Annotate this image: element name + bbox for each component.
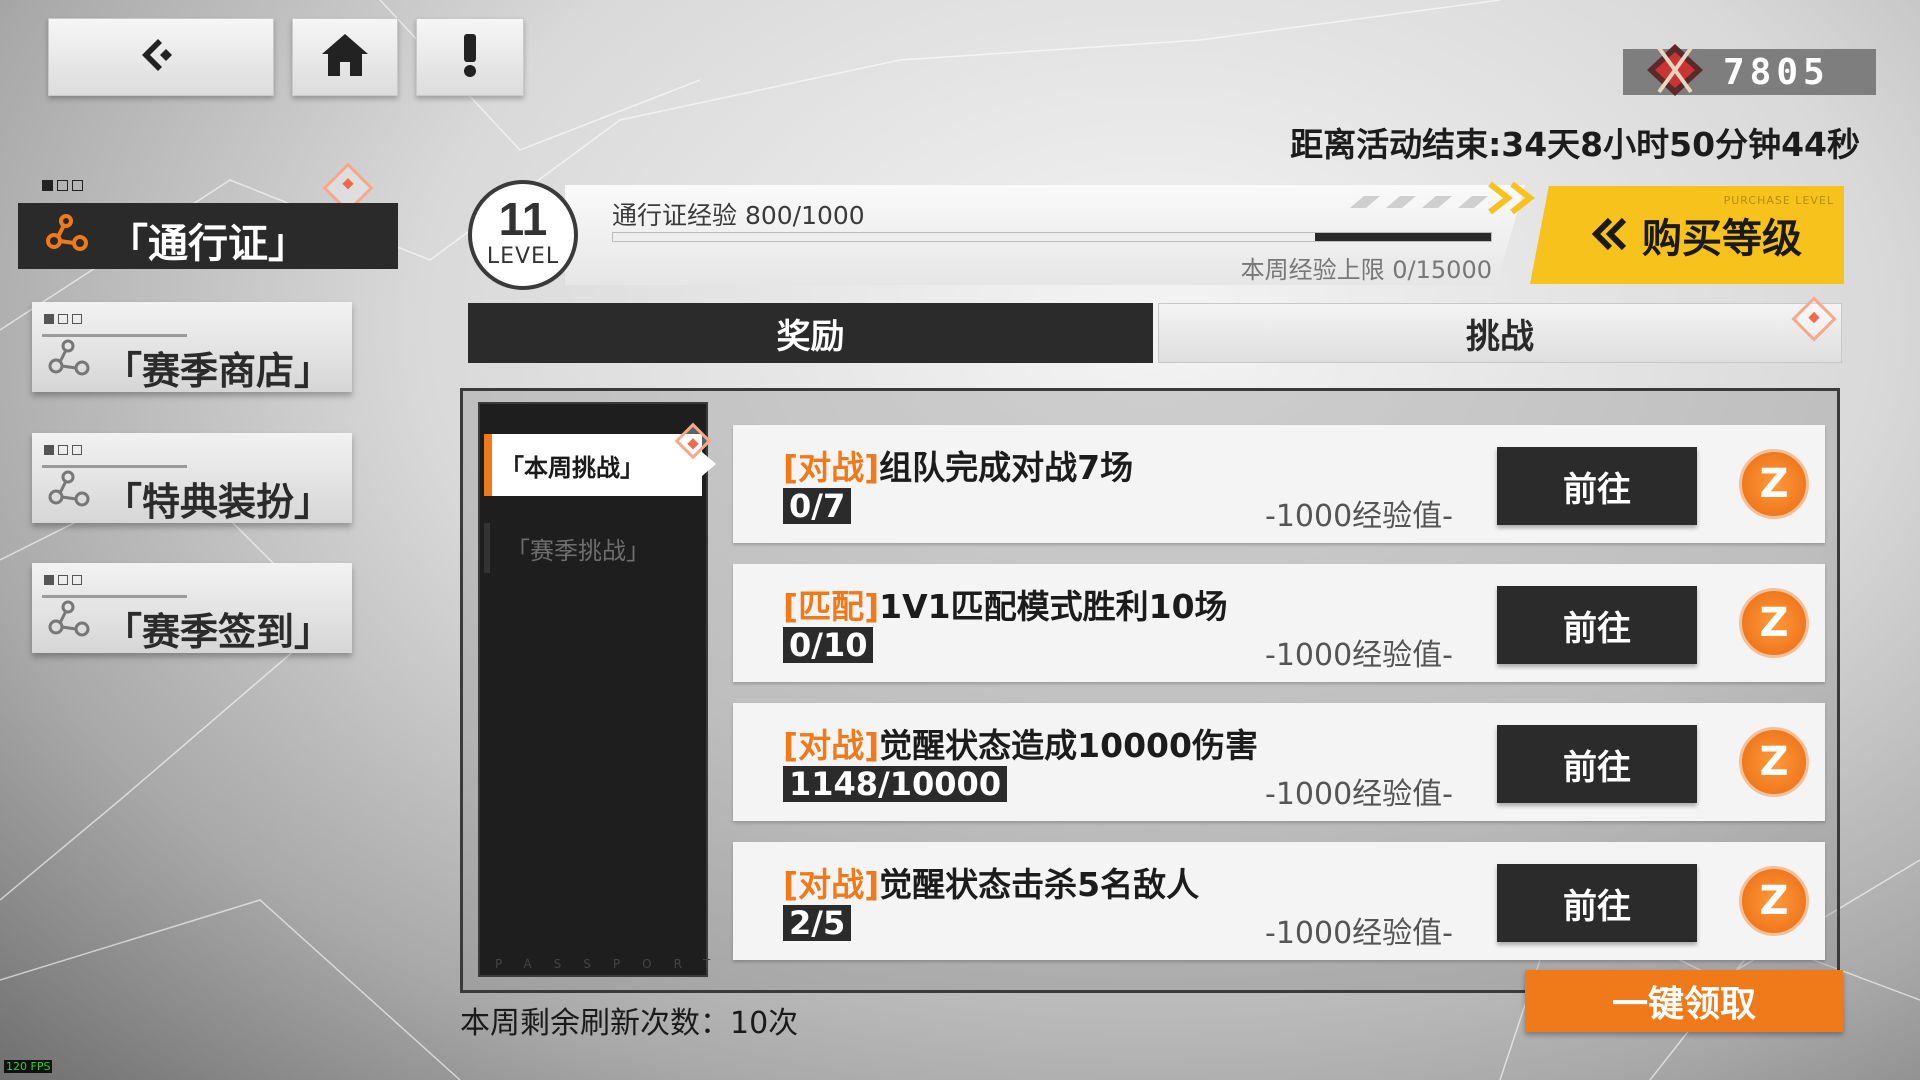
- tab-challenges[interactable]: 挑战: [1158, 303, 1842, 363]
- task-title: 觉醒状态造成10000伤害: [879, 726, 1258, 765]
- task-reward: -1000经验值-: [1265, 499, 1453, 534]
- go-button[interactable]: 前往: [1497, 725, 1697, 803]
- task-row: [对战]觉醒状态造成10000伤害 1148/10000 -1000经验值- 前…: [733, 703, 1825, 821]
- tab-label: 挑战: [1466, 316, 1534, 357]
- level-badge: 11 LEVEL: [468, 180, 578, 290]
- reward-coin-icon[interactable]: Z: [1739, 727, 1809, 797]
- back-icon: [136, 35, 186, 79]
- level-word: LEVEL: [486, 244, 560, 269]
- task-reward: -1000经验值-: [1265, 777, 1453, 812]
- buy-level-label: 购买等级: [1642, 216, 1802, 262]
- task-reward: -1000经验值-: [1265, 916, 1453, 951]
- pass-node-icon: [44, 213, 90, 259]
- weekly-exp-cap: 本周经验上限 0/15000: [1240, 256, 1492, 284]
- home-icon: [320, 32, 370, 82]
- sidebar-item-label: 「赛季签到」: [104, 610, 333, 654]
- notice-button[interactable]: [416, 18, 524, 96]
- go-button[interactable]: 前往: [1497, 586, 1697, 664]
- subnav-season-challenge[interactable]: 「赛季挑战」: [484, 523, 702, 573]
- reward-coin-icon[interactable]: Z: [1739, 449, 1809, 519]
- task-progress: 0/7: [783, 488, 852, 524]
- sidebar-item-season-checkin[interactable]: 「赛季签到」: [32, 563, 352, 654]
- task-title: 1V1匹配模式胜利10场: [879, 587, 1228, 626]
- task-row: [匹配]1V1匹配模式胜利10场 0/10 -1000经验值- 前往 Z: [733, 564, 1825, 682]
- sidebar-item-label: 「通行证」: [108, 221, 308, 267]
- task-tag: [对战]: [783, 865, 880, 904]
- task-tag: [匹配]: [783, 587, 880, 626]
- task-title: 觉醒状态击杀5名敌人: [879, 865, 1200, 904]
- currency-display: 7805: [1623, 44, 1876, 96]
- nav-indicator-dots: [42, 180, 83, 191]
- task-tag: [对战]: [783, 726, 880, 765]
- passport-watermark: PASSPORT: [495, 957, 733, 971]
- event-countdown: 距离活动结束:34天8小时50分钟44秒: [1290, 125, 1860, 164]
- task-row: [对战]觉醒状态击杀5名敌人 2/5 -1000经验值- 前往 Z: [733, 842, 1825, 960]
- task-row: [对战]组队完成对战7场 0/7 -1000经验值- 前往 Z: [733, 425, 1825, 543]
- go-button[interactable]: 前往: [1497, 447, 1697, 525]
- refresh-count-text: 本周剩余刷新次数：10次: [460, 1006, 799, 1041]
- exp-progress-fill: [1315, 233, 1491, 241]
- subnav-arrow-icon: [702, 452, 716, 476]
- fps-counter: 120 FPS: [4, 1060, 53, 1073]
- task-title: 组队完成对战7场: [879, 448, 1134, 487]
- stripe-decoration: [1350, 181, 1535, 215]
- task-progress: 1148/10000: [783, 766, 1008, 802]
- node-icon: [46, 469, 92, 515]
- reward-coin-icon[interactable]: Z: [1739, 588, 1809, 658]
- exp-progress-bar: [612, 232, 1492, 242]
- currency-value: 7805: [1723, 51, 1830, 93]
- sidebar-item-special-outfit[interactable]: 「特典装扮」: [32, 433, 352, 524]
- task-reward: -1000经验值-: [1265, 638, 1453, 673]
- node-icon: [46, 599, 92, 645]
- double-chevron-left-icon: [1590, 214, 1630, 264]
- task-progress: 0/10: [783, 627, 874, 663]
- buy-level-button[interactable]: PURCHASE LEVEL 购买等级: [1530, 186, 1844, 284]
- tab-rewards[interactable]: 奖励: [468, 303, 1153, 363]
- home-button[interactable]: [292, 18, 398, 96]
- sidebar-item-label: 「特典装扮」: [104, 480, 333, 524]
- sidebar-item-pass[interactable]: 「通行证」: [18, 203, 398, 269]
- subnav-weekly-challenge[interactable]: 「本周挑战」: [484, 434, 702, 496]
- reward-coin-icon[interactable]: Z: [1739, 866, 1809, 936]
- buy-level-tag: PURCHASE LEVEL: [1723, 194, 1834, 207]
- task-progress: 2/5: [783, 905, 852, 941]
- node-icon: [46, 338, 92, 384]
- claim-all-button[interactable]: 一键领取: [1525, 970, 1843, 1032]
- level-number: 11: [498, 193, 548, 245]
- sidebar-item-season-shop[interactable]: 「赛季商店」: [32, 302, 352, 393]
- back-button[interactable]: [48, 18, 274, 96]
- go-button[interactable]: 前往: [1497, 864, 1697, 942]
- exclamation-icon: [460, 32, 480, 82]
- emblem-icon: [1645, 42, 1705, 102]
- sidebar-item-label: 「赛季商店」: [104, 349, 333, 393]
- pass-exp-text: 通行证经验 800/1000: [612, 201, 865, 230]
- task-tag: [对战]: [783, 448, 880, 487]
